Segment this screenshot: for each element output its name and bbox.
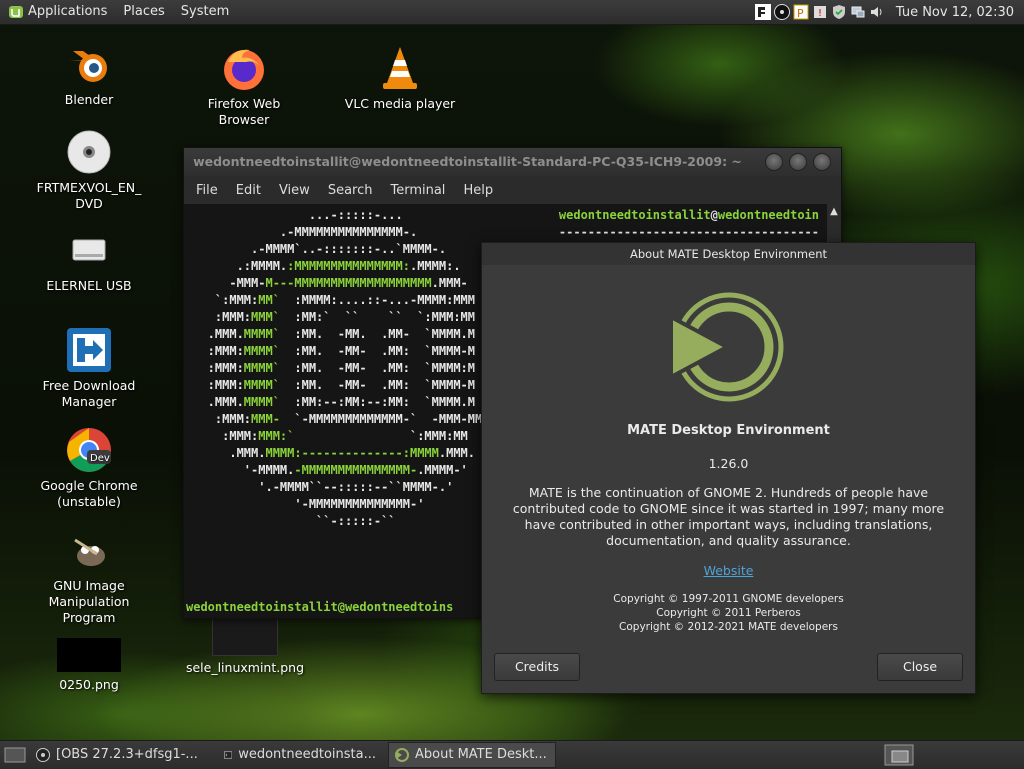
copyright-line: Copyright © 2011 Perberos [656, 607, 801, 619]
desktop-icon-sele-linuxmint[interactable]: sele_linuxmint.png [185, 618, 305, 676]
taskbar-item-label: About MATE Deskt... [415, 747, 547, 762]
desktop-icon-label: Free Download Manager [42, 378, 136, 409]
obs-icon [36, 748, 50, 762]
desktop-icon-label: Google Chrome (unstable) [40, 478, 138, 509]
fdm-icon[interactable] [754, 4, 771, 20]
image-thumbnail [212, 618, 278, 656]
parcellite-icon[interactable]: P [793, 4, 809, 20]
clock[interactable]: Tue Nov 12, 02:30 [888, 5, 1024, 20]
top-panel: Applications Places System P ! Tue Nov 1… [0, 0, 1024, 25]
places-menu[interactable]: Places [115, 0, 172, 24]
shell-prompt: wedontneedtoinstallit@wedontneedtoins [186, 600, 454, 614]
neofetch-user-host: wedontneedtoinstallit@wedontneedtoin [558, 208, 819, 222]
mint-menu-icon[interactable] [8, 4, 24, 20]
blender-icon [69, 51, 107, 82]
terminal-title[interactable]: wedontneedtoinstallit@wedontneedtoinstal… [184, 148, 841, 176]
desktop-icon-label: VLC media player [344, 96, 456, 111]
about-version: 1.26.0 [708, 456, 749, 471]
menu-edit[interactable]: Edit [226, 183, 269, 198]
close-button[interactable]: Close [877, 653, 963, 681]
menu-search[interactable]: Search [318, 183, 381, 198]
neofetch-ascii-logo: ...-:::::-... .-MMMMMMMMMMMMMMM-. .-MMMM… [207, 208, 483, 528]
terminal-menubar: File Edit View Search Terminal Help [184, 176, 841, 204]
about-copyright: Copyright © 1997-2011 GNOME developers C… [482, 592, 975, 634]
shield-icon[interactable] [831, 4, 847, 20]
desktop-icon-label: sele_linuxmint.png [185, 660, 305, 675]
taskbar-item-label: wedontneedtoinsta... [238, 747, 376, 762]
website-link[interactable]: Website [482, 563, 975, 578]
bottom-panel: [OBS 27.2.3+dfsg1-... wedontneedtoinsta.… [0, 740, 1024, 769]
taskbar-item-terminal[interactable]: wedontneedtoinsta... [218, 743, 384, 767]
firefox-icon [224, 49, 264, 90]
image-thumbnail [57, 638, 121, 672]
update-icon[interactable]: ! [812, 4, 828, 20]
close-button[interactable] [813, 153, 831, 171]
about-app-name: MATE Desktop Environment [627, 423, 830, 438]
desktop-icon-blender[interactable]: Blender [29, 40, 149, 108]
minimize-button[interactable] [765, 153, 783, 171]
fdm-icon [67, 328, 111, 372]
desktop-icon-chrome[interactable]: Dev Google Chrome (unstable) [29, 426, 149, 510]
about-description: MATE is the continuation of GNOME 2. Hun… [512, 485, 945, 548]
usb-drive-icon [72, 239, 106, 261]
taskbar-item-label: [OBS 27.2.3+dfsg1-... [56, 747, 198, 762]
mate-logo-icon [668, 292, 783, 402]
dvd-icon [67, 130, 111, 174]
network-icon[interactable] [850, 4, 866, 20]
desktop-icon-dvd[interactable]: FRTMEXVOL_EN_ DVD [29, 128, 149, 212]
desktop-icon-label: ELERNEL USB [46, 278, 132, 293]
system-menu[interactable]: System [173, 0, 237, 24]
desktop-icon-gimp[interactable]: GNU Image Manipulation Program [29, 526, 149, 626]
applications-menu[interactable]: Applications [26, 0, 115, 24]
desktop-icon-usb[interactable]: ELERNEL USB [29, 232, 149, 294]
desktop-icon-vlc[interactable]: VLC media player [340, 44, 460, 112]
mate-icon [395, 748, 409, 762]
system-tray: P ! Tue Nov 12, 02:30 [754, 0, 1024, 24]
about-dialog[interactable]: About MATE Desktop Environment MATE Desk… [481, 242, 976, 694]
menu-file[interactable]: File [186, 183, 226, 198]
desktop-icon-firefox[interactable]: Firefox Web Browser [184, 44, 304, 128]
chrome-dev-icon: Dev [67, 428, 111, 472]
desktop-icon-0250png[interactable]: 0250.png [29, 638, 149, 693]
menu-terminal[interactable]: Terminal [380, 183, 453, 198]
volume-icon[interactable] [869, 4, 885, 20]
vlc-icon [383, 47, 417, 89]
menu-view[interactable]: View [269, 183, 318, 198]
maximize-button[interactable] [789, 153, 807, 171]
credits-button[interactable]: Credits [494, 653, 580, 681]
show-desktop-icon[interactable] [4, 746, 26, 764]
taskbar-item-obs[interactable]: [OBS 27.2.3+dfsg1-... [30, 743, 214, 767]
svg-text:P: P [797, 7, 804, 20]
copyright-line: Copyright © 2012-2021 MATE developers [619, 621, 838, 633]
desktop-icon-label: Blender [64, 92, 114, 107]
gimp-icon [74, 538, 105, 566]
desktop-icon-label: FRTMEXVOL_EN_ DVD [36, 180, 142, 211]
terminal-icon [224, 751, 233, 759]
svg-text:!: ! [818, 8, 822, 19]
workspace-switcher-icon[interactable] [884, 744, 914, 766]
desktop-icon-fdm[interactable]: Free Download Manager [29, 326, 149, 410]
scroll-up-icon[interactable]: ▲ [827, 206, 841, 217]
desktop-icon-label: 0250.png [59, 677, 119, 692]
desktop-icon-label: Firefox Web Browser [207, 96, 281, 127]
taskbar-item-about[interactable]: About MATE Deskt... [388, 742, 556, 768]
desktop-icon-label: GNU Image Manipulation Program [48, 578, 130, 625]
svg-text:Dev: Dev [90, 453, 110, 464]
obs-icon[interactable] [773, 4, 790, 20]
dialog-title[interactable]: About MATE Desktop Environment [482, 243, 975, 265]
menu-help[interactable]: Help [453, 183, 501, 198]
neofetch-separator: ------------------------------------ [558, 225, 819, 239]
copyright-line: Copyright © 1997-2011 GNOME developers [613, 593, 844, 605]
